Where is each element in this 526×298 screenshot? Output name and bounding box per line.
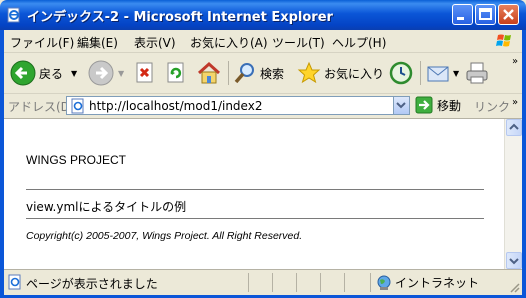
home-icon [197,61,221,84]
windows-logo-icon [496,34,511,47]
divider-bottom [26,218,484,219]
close-icon [503,9,514,20]
scroll-up-button[interactable] [506,119,522,136]
forward-dropdown-icon[interactable]: ▼ [118,69,124,78]
copyright-text: Copyright(c) 2005-2007, Wings Project. A… [26,230,303,242]
menu-help[interactable]: ヘルプ(H) [332,34,386,51]
page-heading: WINGS PROJECT [26,153,127,167]
menu-view[interactable]: 表示(V) [134,34,176,51]
menu-bar: ファイル(F) 編集(E) 表示(V) お気に入り(A) ツール(T) ヘルプ(… [4,30,522,53]
go-label: 移動 [437,98,462,113]
links-chevron-icon[interactable]: » [512,97,518,108]
resize-grip-icon[interactable] [508,281,520,293]
page-content: WINGS PROJECT view.ymlによるタイトルの例 Copyrigh… [4,119,504,269]
links-button[interactable]: リンク [474,98,510,115]
title-bar[interactable]: インデックス-2 - Microsoft Internet Explorer [0,0,526,30]
menu-favorites[interactable]: お気に入り(A) [190,34,268,51]
page-icon [71,98,84,114]
menu-file[interactable]: ファイル(F) [10,34,74,51]
favorites-star-icon [297,61,321,84]
forward-arrow-icon [88,60,114,86]
divider-top [26,189,484,190]
menu-tools[interactable]: ツール(T) [272,34,325,51]
go-button[interactable]: 移動 [415,96,461,114]
history-button[interactable] [388,59,414,87]
security-zone[interactable]: イントラネット [376,274,479,291]
search-label: 検索 [260,66,285,81]
stop-icon [136,62,153,83]
print-icon [466,62,488,84]
scroll-down-button[interactable] [506,252,522,269]
back-dropdown-icon[interactable]: ▼ [71,69,77,78]
forward-button[interactable]: ▼ [88,59,124,87]
zone-label: イントラネット [395,276,480,290]
chevron-down-icon [396,102,406,109]
address-label: アドレス(D) [8,100,75,114]
favorites-button[interactable]: お気に入り [297,59,384,87]
address-url: http://localhost/mod1/index2 [89,99,263,113]
mail-dropdown-icon[interactable]: ▼ [453,69,459,78]
address-input[interactable]: http://localhost/mod1/index2 [66,96,410,115]
search-icon [234,63,254,84]
minimize-button[interactable] [452,4,473,25]
close-button[interactable] [498,4,519,25]
mail-button[interactable]: ▼ [426,59,459,87]
refresh-button[interactable] [166,59,186,87]
mail-icon [427,66,449,82]
scroll-up-icon [509,123,519,130]
status-text: ページが表示されました [26,277,158,291]
back-arrow-icon [10,60,36,86]
page-body-text: view.ymlによるタイトルの例 [26,200,187,214]
go-arrow-icon [415,96,433,114]
vertical-scrollbar[interactable] [504,119,522,269]
window-title: インデックス-2 - Microsoft Internet Explorer [27,10,333,25]
standard-toolbar: 戻る ▼ ▼ 検索 お気に入り ▼ » [4,53,522,94]
ie-page-icon [7,7,20,23]
stop-button[interactable] [135,59,155,87]
toolbar-chevron-icon[interactable]: » [512,56,518,67]
refresh-icon [167,62,184,83]
history-icon [389,61,413,85]
search-button[interactable]: 検索 [233,59,284,87]
minimize-icon [457,17,464,20]
home-button[interactable] [196,59,222,87]
scroll-down-icon [509,258,519,265]
maximize-icon [479,8,492,20]
address-dropdown-button[interactable] [393,97,409,114]
address-bar: アドレス(D) http://localhost/mod1/index2 移動 … [4,94,522,119]
back-button[interactable]: 戻る ▼ [10,59,77,87]
intranet-globe-icon [377,275,391,290]
maximize-button[interactable] [475,4,496,25]
favorites-label: お気に入り [324,66,385,81]
status-bar: ページが表示されました イントラネット [4,269,522,295]
menu-edit[interactable]: 編集(E) [77,34,118,51]
status-page-icon [8,274,21,290]
print-button[interactable] [464,59,490,87]
back-label: 戻る [39,66,64,81]
